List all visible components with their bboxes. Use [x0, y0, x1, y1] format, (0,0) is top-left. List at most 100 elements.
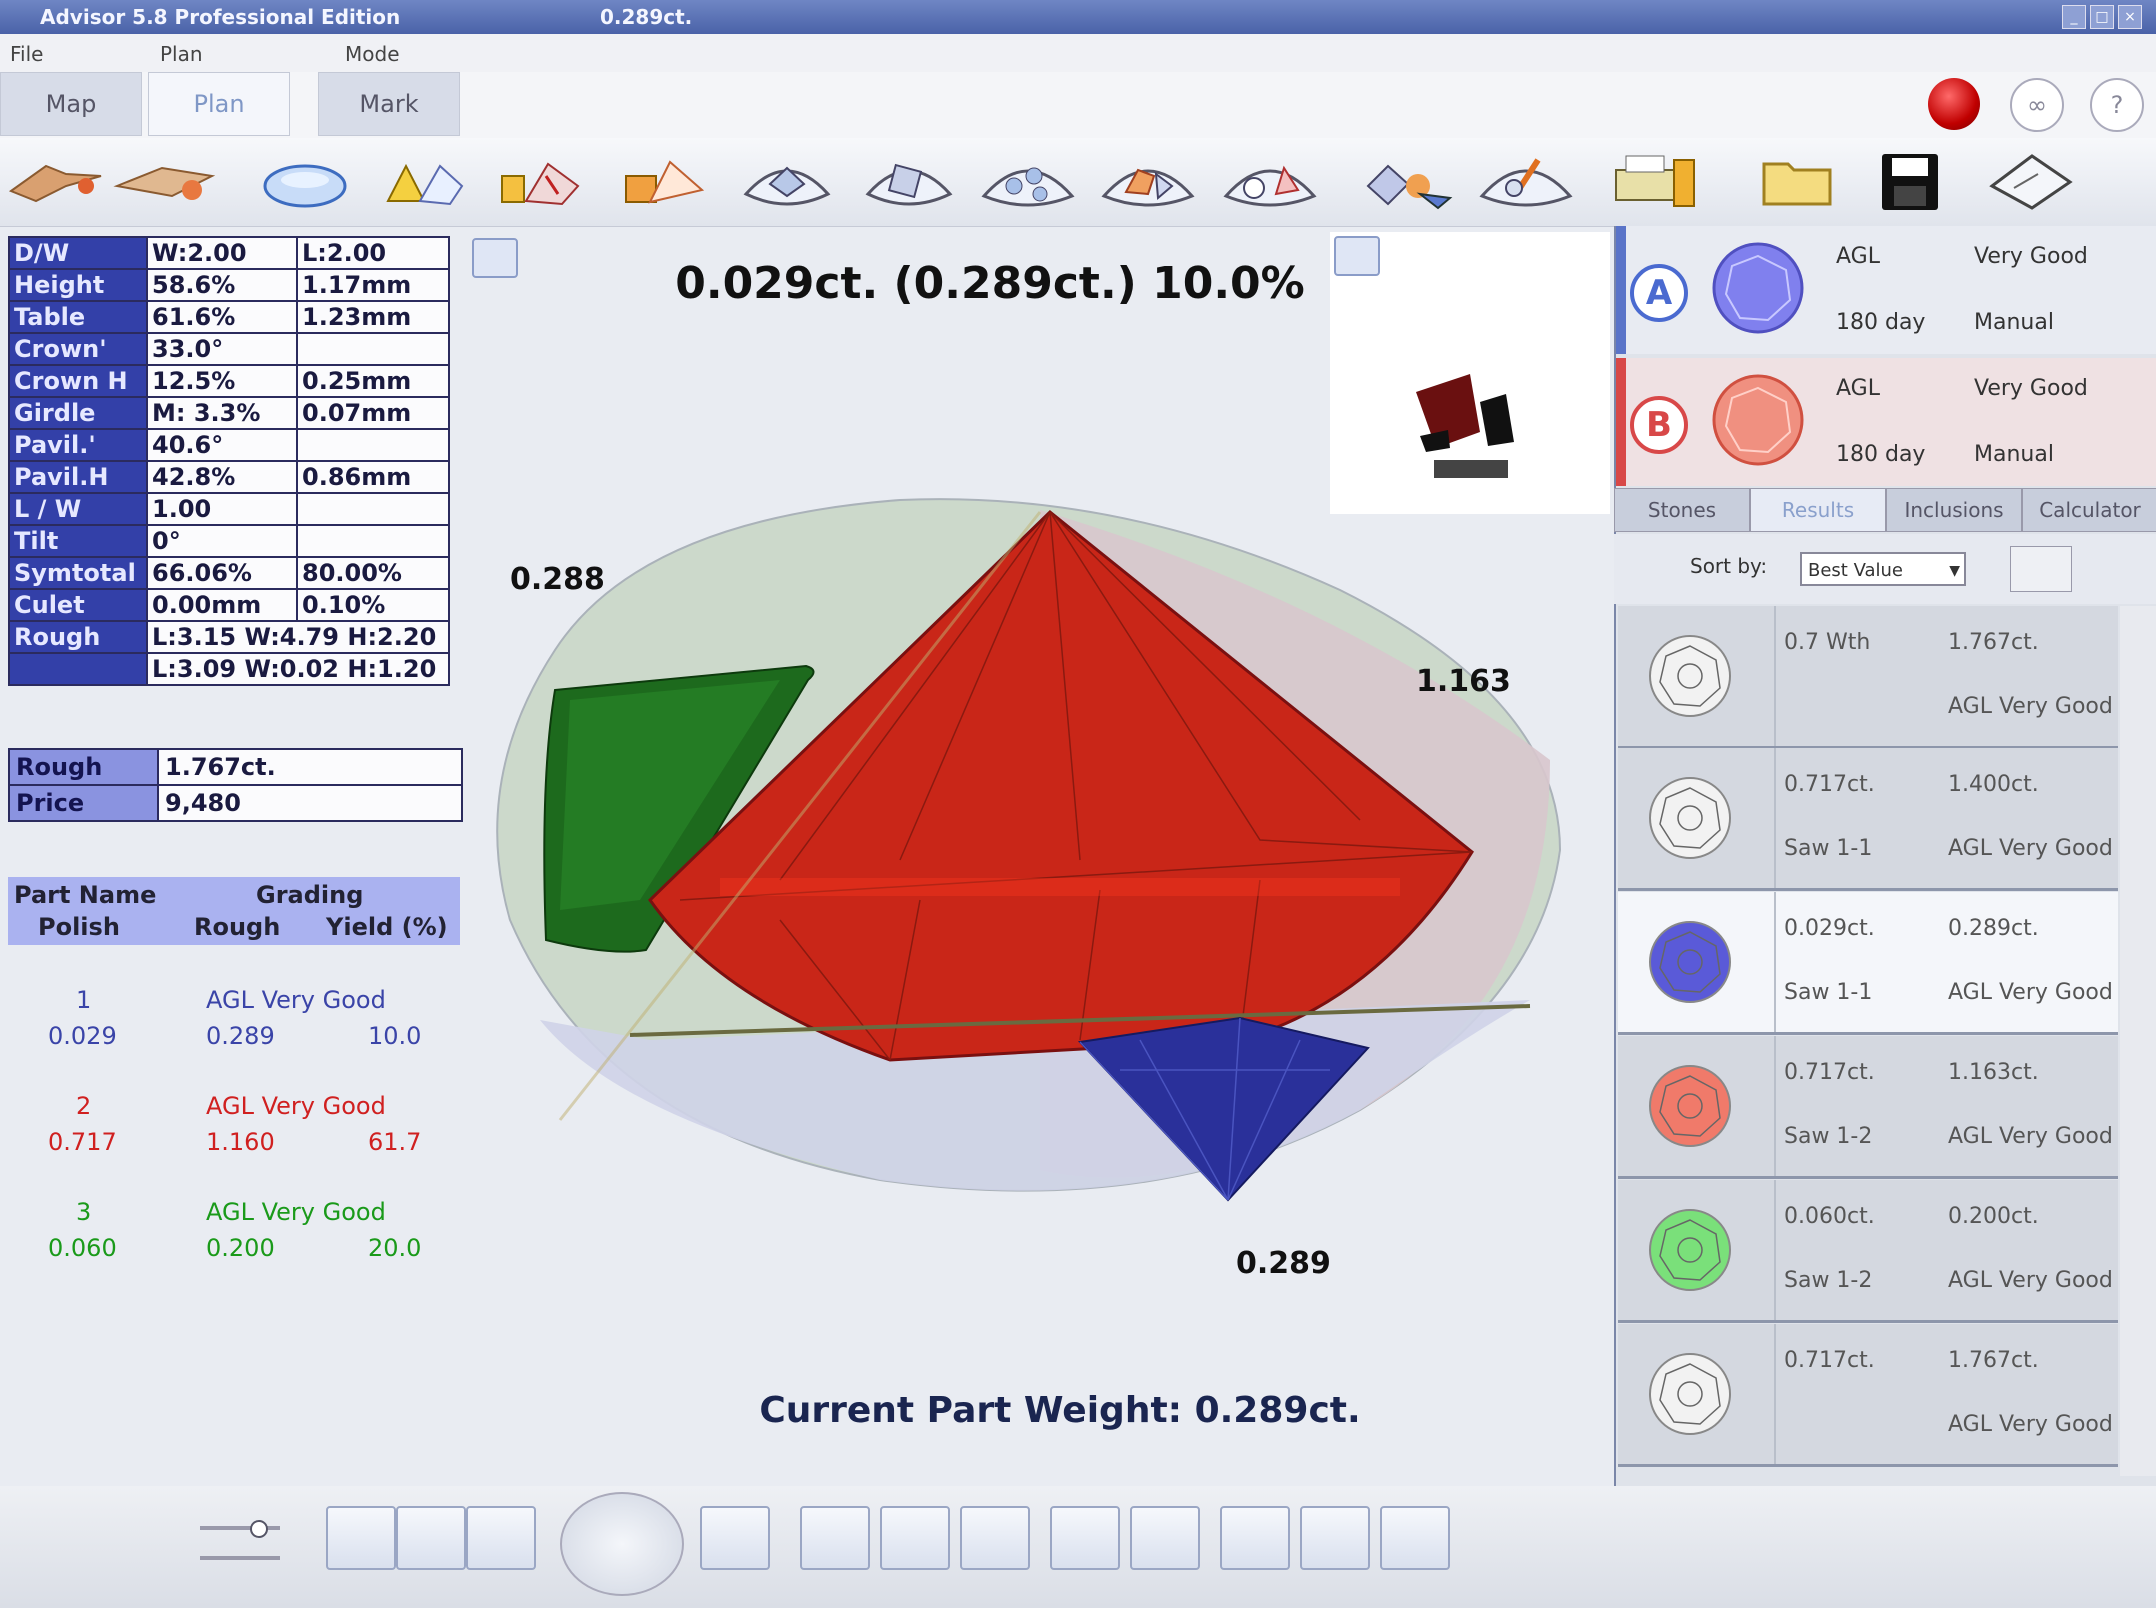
- oval-stone-icon[interactable]: [262, 146, 348, 216]
- zoom-in-icon[interactable]: [1050, 1506, 1120, 1570]
- candidate-rough: 1.400ct.: [1948, 772, 2039, 797]
- candidate-polish: 0.717ct.: [1784, 772, 1875, 797]
- round-view-icon[interactable]: [326, 1506, 396, 1570]
- param-label: Rough: [8, 620, 148, 654]
- candidate-grade: AGL Very Good: [1948, 1268, 2113, 1293]
- circle-outline-icon[interactable]: [800, 1506, 870, 1570]
- param-row: Crown H 12.5% 0.25mm: [8, 364, 450, 398]
- current-part-weight: Current Part Weight: 0.289ct.: [759, 1390, 1361, 1431]
- side-view-icon[interactable]: [396, 1506, 466, 1570]
- cluster-icon[interactable]: [978, 146, 1078, 216]
- divider: [1774, 1180, 1776, 1320]
- heart-cut-icon[interactable]: [1098, 146, 1198, 216]
- save-icon[interactable]: [1868, 146, 1954, 216]
- view-toggle-icon[interactable]: [2010, 546, 2072, 592]
- minimize-icon[interactable]: _: [2062, 5, 2086, 29]
- multi-stone-icon[interactable]: [620, 146, 706, 216]
- round-brilliant-icon: [1712, 242, 1804, 334]
- rough-stone-3d-view[interactable]: [480, 480, 1590, 1220]
- title-bar: Advisor 5.8 Professional Edition 0.289ct…: [0, 0, 2156, 34]
- param-value: 66.06%: [146, 556, 298, 590]
- results-scrollbar[interactable]: [2120, 606, 2156, 1476]
- menu-bar: File Plan Mode: [0, 34, 2156, 72]
- glasses-icon[interactable]: ∞: [2010, 78, 2064, 132]
- candidate-grade: AGL Very Good: [1948, 1412, 2113, 1437]
- param-label: Girdle: [8, 396, 148, 430]
- part-name-header: Part Name: [14, 881, 157, 909]
- param-row: Rough L:3.15 W:4.79 H:2.20: [8, 620, 450, 654]
- tab-calculator[interactable]: Calculator: [2022, 488, 2156, 532]
- close-icon[interactable]: ×: [2118, 5, 2142, 29]
- percent-icon[interactable]: [1300, 1506, 1370, 1570]
- triangle-icon[interactable]: [880, 1506, 950, 1570]
- rotate-icon[interactable]: [560, 1492, 684, 1596]
- pear-cut-icon[interactable]: [1220, 146, 1320, 216]
- part-polish: 0.717: [48, 1128, 117, 1156]
- square-cut-icon[interactable]: [862, 146, 956, 216]
- param-label: Crown': [8, 332, 148, 366]
- candidate-saw: Saw 1-2: [1784, 1124, 1873, 1149]
- edit-params-icon[interactable]: [472, 238, 518, 278]
- expand-view-icon[interactable]: [1334, 236, 1380, 276]
- menu-plan[interactable]: Plan: [160, 42, 203, 66]
- tab-mark[interactable]: Mark: [318, 72, 460, 136]
- param-label: L / W: [8, 492, 148, 526]
- polish-header: Polish: [38, 913, 120, 941]
- multi-view-icon[interactable]: [1220, 1506, 1290, 1570]
- candidate-item[interactable]: 0.060ct. 0.200ct. Saw 1-2 AGL Very Good: [1618, 1180, 2118, 1323]
- tab-map[interactable]: Map: [0, 72, 142, 136]
- candidate-item[interactable]: 0.029ct. 0.289ct. Saw 1-1 AGL Very Good: [1618, 892, 2118, 1035]
- laser-alt-icon[interactable]: [112, 146, 222, 216]
- menu-file[interactable]: File: [10, 42, 43, 66]
- param-row: Pavil.' 40.6°: [8, 428, 450, 462]
- tab-stones[interactable]: Stones: [1614, 488, 1750, 532]
- option-b[interactable]: B AGL Very Good 180 day Manual: [1616, 358, 2156, 486]
- gem-icon[interactable]: [960, 1506, 1030, 1570]
- part-rough: 0.200: [206, 1234, 275, 1262]
- param-row: Culet 0.00mm 0.10%: [8, 588, 450, 622]
- param-row: Tilt 0°: [8, 524, 450, 558]
- sort-select[interactable]: Best Value ▼: [1800, 552, 1966, 586]
- pavilion-view-icon[interactable]: [466, 1506, 536, 1570]
- candidate-polish: 0.717ct.: [1784, 1060, 1875, 1085]
- option-quality: Very Good: [1974, 376, 2088, 401]
- part-grading: AGL Very Good: [206, 1092, 386, 1120]
- rough-stone-icon[interactable]: [1984, 146, 2076, 216]
- option-a[interactable]: A AGL Very Good 180 day Manual: [1616, 226, 2156, 354]
- mode-tabs: Map Plan Mark: [0, 72, 2156, 138]
- round-cut-icon[interactable]: [740, 146, 834, 216]
- tab-inclusions[interactable]: Inclusions: [1886, 488, 2022, 532]
- param-value: 40.6°: [146, 428, 298, 462]
- ruby-stone-icon[interactable]: [496, 146, 582, 216]
- laser-icon[interactable]: [6, 146, 106, 216]
- gem-flat-icon[interactable]: [1380, 1506, 1450, 1570]
- tab-plan[interactable]: Plan: [148, 72, 290, 136]
- help-icon[interactable]: ?: [2090, 78, 2144, 132]
- option-price: 180 day: [1836, 442, 1926, 467]
- param-label: Pavil.': [8, 428, 148, 462]
- stop-icon[interactable]: [1928, 78, 1980, 130]
- param-value: W:2.00: [146, 236, 298, 270]
- folder-icon[interactable]: [1754, 146, 1840, 216]
- zoom-area-icon[interactable]: [1130, 1506, 1200, 1570]
- menu-mode[interactable]: Mode: [345, 42, 400, 66]
- group-icon[interactable]: [1358, 146, 1458, 216]
- option-badge: A: [1630, 264, 1688, 322]
- candidate-item[interactable]: 0.717ct. 1.163ct. Saw 1-2 AGL Very Good: [1618, 1036, 2118, 1179]
- tools-icon[interactable]: [1476, 146, 1576, 216]
- tab-results[interactable]: Results: [1750, 488, 1886, 532]
- edit-icon[interactable]: [700, 1506, 770, 1570]
- printer-icon[interactable]: [1610, 146, 1702, 216]
- option-mode: Manual: [1974, 442, 2054, 467]
- slider-control[interactable]: [160, 1516, 280, 1576]
- candidate-item[interactable]: 0.717ct. 1.767ct. AGL Very Good: [1618, 1324, 2118, 1467]
- part-yield: 20.0: [368, 1234, 422, 1262]
- blue-part-weight: 0.289: [1236, 1246, 1331, 1281]
- candidate-item[interactable]: 0.7 Wth 1.767ct. AGL Very Good: [1618, 606, 2118, 749]
- param-value: 42.8%: [146, 460, 298, 494]
- rough-header: Rough: [194, 913, 281, 941]
- warning-stone-icon[interactable]: [380, 146, 466, 216]
- maximize-icon[interactable]: □: [2090, 5, 2114, 29]
- part-grading: AGL Very Good: [206, 1198, 386, 1226]
- candidate-item[interactable]: 0.717ct. 1.400ct. Saw 1-1 AGL Very Good: [1618, 748, 2118, 891]
